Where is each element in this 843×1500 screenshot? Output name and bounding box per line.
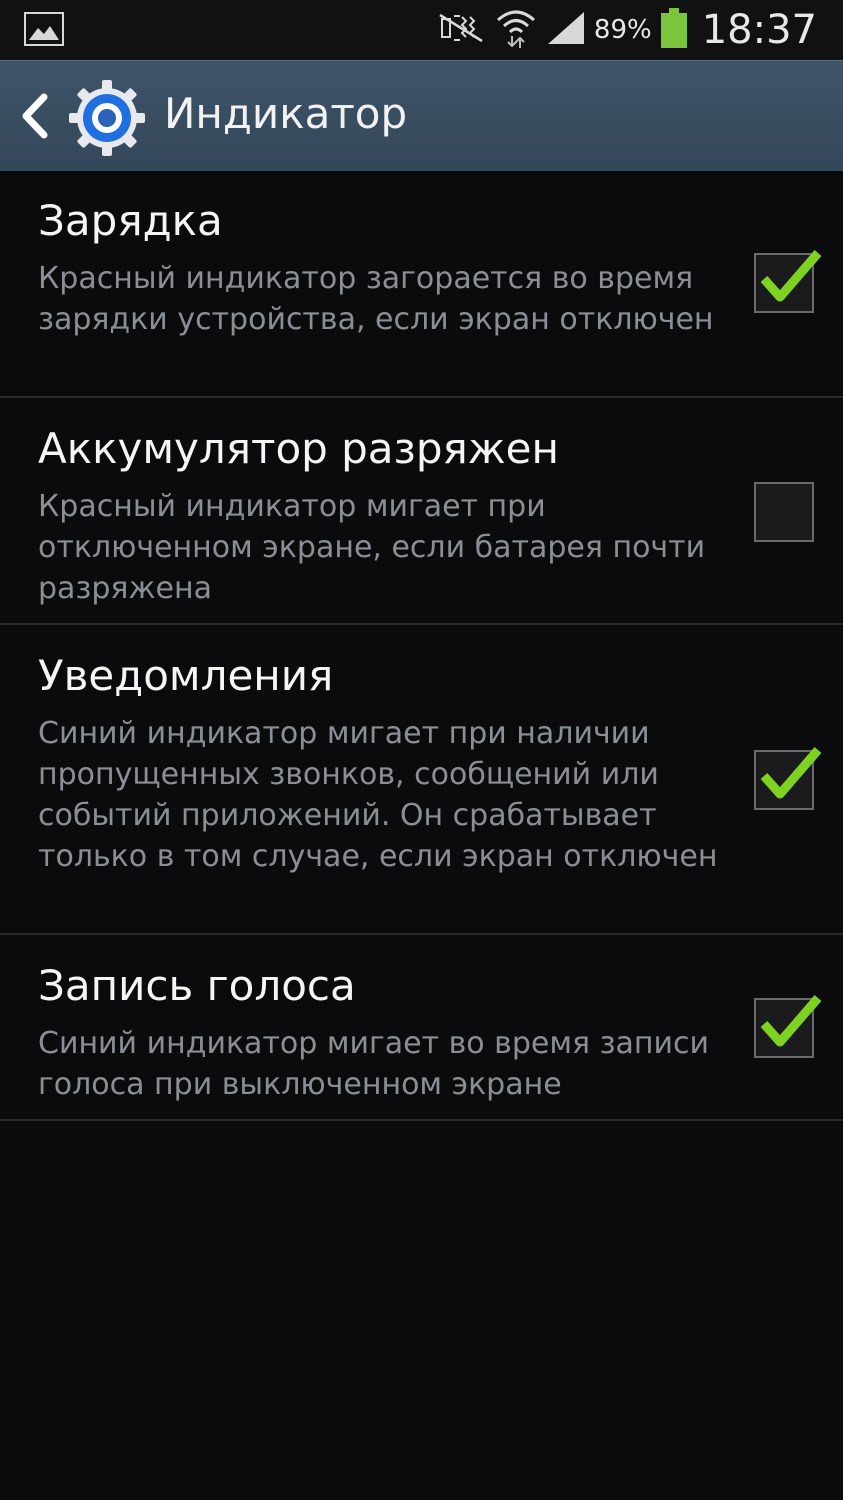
silent-mode-icon (436, 11, 486, 49)
setting-row-notifications[interactable]: Уведомления Синий индикатор мигает при н… (0, 625, 843, 935)
setting-label: Аккумулятор разряжен (38, 424, 559, 473)
checkmark-icon (760, 250, 822, 302)
checkmark-icon (760, 995, 822, 1047)
wifi-icon (494, 6, 538, 54)
setting-row-voice-recording[interactable]: Запись голоса Синий индикатор мигает во … (0, 935, 843, 1121)
battery-percent: 89% (593, 15, 652, 45)
setting-label: Зарядка (38, 196, 223, 245)
back-icon[interactable] (18, 91, 54, 141)
settings-gear-icon (68, 79, 146, 157)
page-title: Индикатор (164, 89, 408, 138)
checkbox-battery-low[interactable] (754, 482, 814, 542)
checkbox-voice-recording[interactable] (754, 995, 822, 1058)
checkbox-charging[interactable] (754, 250, 822, 313)
checkmark-icon (760, 747, 822, 799)
setting-row-charging[interactable]: Зарядка Красный индикатор загорается во … (0, 170, 843, 398)
battery-icon (660, 7, 688, 53)
action-bar: Индикатор (0, 60, 843, 171)
setting-description: Красный индикатор мигает при отключенном… (38, 489, 706, 606)
settings-list: Зарядка Красный индикатор загорается во … (0, 170, 843, 1121)
setting-description: Синий индикатор мигает при наличии пропу… (38, 716, 718, 874)
setting-description: Синий индикатор мигает во время записи г… (38, 1026, 710, 1102)
signal-icon (546, 10, 586, 50)
gallery-icon (24, 12, 64, 46)
setting-description: Красный индикатор загорается во время за… (38, 261, 714, 337)
checkbox-notifications[interactable] (754, 747, 822, 810)
setting-row-battery-low[interactable]: Аккумулятор разряжен Красный индикатор м… (0, 398, 843, 625)
status-icons: 89% 18:37 (436, 0, 817, 60)
status-bar: 89% 18:37 (0, 0, 843, 60)
setting-label: Запись голоса (38, 961, 356, 1010)
setting-label: Уведомления (38, 651, 334, 700)
clock: 18:37 (701, 7, 817, 53)
